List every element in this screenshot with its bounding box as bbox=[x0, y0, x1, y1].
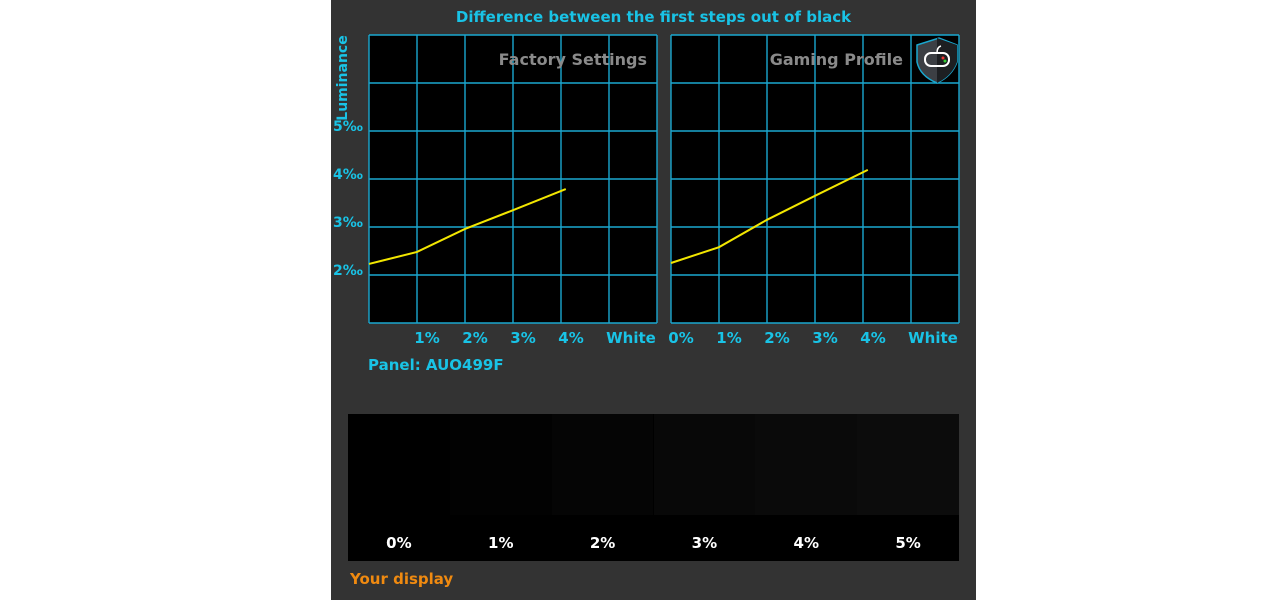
panel-label: Panel: AUO499F bbox=[368, 356, 504, 374]
plot-title: Gaming Profile bbox=[770, 50, 903, 69]
swatch bbox=[653, 414, 756, 515]
plot-gaming-profile: Gaming Profile bbox=[670, 34, 960, 324]
x-tick-label: 0% bbox=[668, 329, 694, 347]
x-tick-label: 4% bbox=[558, 329, 584, 347]
plot-factory-settings: Factory Settings bbox=[368, 34, 658, 324]
swatch-label: 0% bbox=[386, 534, 412, 552]
x-tick-label: 1% bbox=[716, 329, 742, 347]
your-display-label: Your display bbox=[350, 570, 454, 588]
swatch-label: 3% bbox=[691, 534, 718, 552]
swatch bbox=[857, 414, 959, 515]
x-tick-label: White bbox=[606, 329, 656, 347]
black-step-swatches: 0% 1% 2% 3% 4% 5% bbox=[348, 414, 959, 561]
plot-title: Factory Settings bbox=[499, 50, 647, 69]
swatch-label: 1% bbox=[488, 534, 514, 552]
swatch bbox=[348, 414, 450, 515]
x-tick-label: 4% bbox=[860, 329, 886, 347]
swatch-label: 2% bbox=[589, 534, 616, 552]
swatch bbox=[755, 414, 858, 515]
x-tick-label: 1% bbox=[414, 329, 440, 347]
swatch-label: 5% bbox=[895, 534, 921, 552]
x-tick-label: 2% bbox=[462, 329, 488, 347]
x-tick-label: 2% bbox=[764, 329, 790, 347]
x-tick-label: 3% bbox=[812, 329, 838, 347]
x-tick-label: 3% bbox=[510, 329, 536, 347]
x-tick-label: White bbox=[908, 329, 958, 347]
swatch bbox=[551, 414, 654, 515]
swatch-label: 4% bbox=[793, 534, 819, 552]
swatch bbox=[449, 414, 552, 515]
